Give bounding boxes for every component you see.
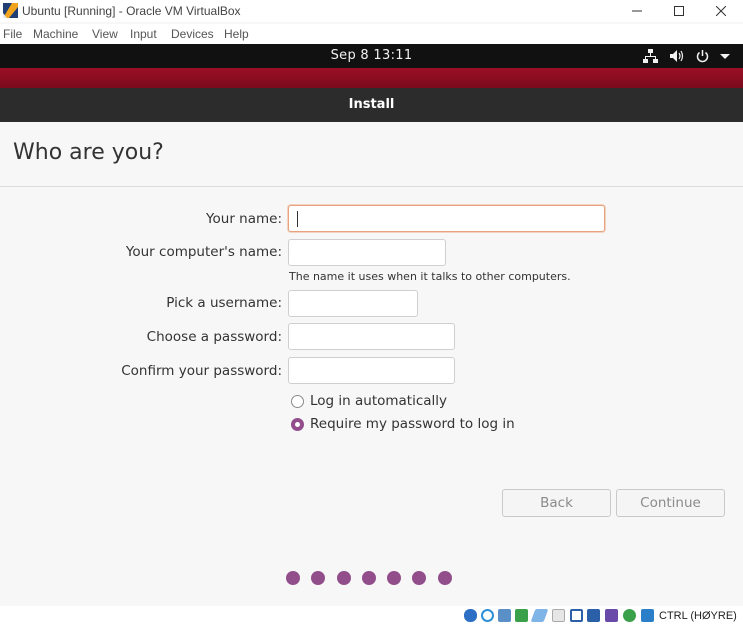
network-wired-icon[interactable] [643, 48, 658, 64]
require-password-label: Require my password to log in [310, 416, 515, 432]
host-key-label: CTRL (HØYRE) [659, 610, 737, 622]
username-input[interactable] [288, 290, 418, 317]
audio-icon[interactable] [498, 609, 511, 622]
vm-status-bar: CTRL (HØYRE) [0, 606, 743, 626]
minimize-icon [632, 10, 642, 12]
radio-checked-icon[interactable] [291, 417, 304, 431]
menu-view[interactable]: View [92, 27, 118, 41]
progress-dot [387, 571, 402, 585]
mouse-integration-icon[interactable] [623, 609, 636, 622]
maximize-button[interactable] [657, 0, 701, 22]
chevron-down-icon[interactable] [719, 48, 731, 64]
menu-help[interactable]: Help [224, 27, 249, 41]
confirm-password-label: Confirm your password: [121, 363, 282, 379]
hard-disk-icon[interactable] [464, 609, 477, 622]
progress-dot [311, 571, 326, 585]
your-name-label: Your name: [206, 211, 282, 227]
computer-name-input[interactable] [288, 239, 446, 266]
radio-unchecked-icon[interactable] [291, 394, 304, 408]
require-password-option[interactable]: Require my password to log in [291, 416, 515, 432]
menu-devices[interactable]: Devices [171, 27, 214, 41]
menu-machine[interactable]: Machine [33, 27, 78, 41]
your-name-input[interactable] [288, 205, 605, 232]
maximize-icon [674, 6, 684, 16]
close-button[interactable] [699, 0, 743, 22]
power-icon[interactable] [695, 48, 710, 64]
text-caret [297, 211, 298, 227]
progress-dot [361, 571, 376, 585]
keyboard-icon[interactable] [641, 609, 654, 622]
volume-icon[interactable] [669, 48, 684, 64]
installer-header: Install [0, 88, 743, 122]
cpu-icon[interactable] [605, 609, 618, 622]
display-icon[interactable] [570, 609, 583, 622]
window-title-bar: Ubuntu [Running] - Oracle VM VirtualBox [0, 0, 743, 22]
username-label: Pick a username: [166, 295, 282, 311]
shared-folder-icon[interactable] [552, 609, 565, 622]
recording-icon[interactable] [587, 609, 600, 622]
computer-name-hint: The name it uses when it talks to other … [289, 270, 571, 283]
continue-button[interactable]: Continue [616, 489, 725, 517]
usb-icon[interactable] [530, 609, 549, 622]
progress-dot [286, 571, 300, 585]
virtualbox-icon [3, 3, 18, 18]
panel-accent-band [0, 68, 743, 88]
menu-bar: File Machine View Input Devices Help [0, 24, 743, 44]
login-automatically-option[interactable]: Log in automatically [291, 393, 447, 409]
confirm-password-input[interactable] [288, 357, 455, 384]
minimize-button[interactable] [615, 0, 659, 22]
page-title: Who are you? [13, 140, 164, 165]
computer-name-label: Your computer's name: [125, 244, 282, 260]
progress-dot [336, 571, 351, 585]
menu-input[interactable]: Input [130, 27, 157, 41]
menu-file[interactable]: File [3, 27, 22, 41]
progress-dot [412, 571, 427, 585]
progress-dot [437, 571, 452, 585]
password-label: Choose a password: [146, 329, 282, 345]
password-input[interactable] [288, 323, 455, 350]
back-button[interactable]: Back [502, 489, 611, 517]
login-automatically-label: Log in automatically [310, 393, 448, 409]
network-icon[interactable] [515, 609, 528, 622]
title-divider [0, 186, 743, 187]
top-panel: Sep 8 13:11 [0, 44, 743, 68]
progress-dots [286, 571, 463, 585]
clock[interactable]: Sep 8 13:11 [0, 48, 743, 63]
window-title: Ubuntu [Running] - Oracle VM VirtualBox [22, 4, 241, 18]
optical-disk-icon[interactable] [481, 609, 494, 622]
close-icon [716, 6, 726, 16]
